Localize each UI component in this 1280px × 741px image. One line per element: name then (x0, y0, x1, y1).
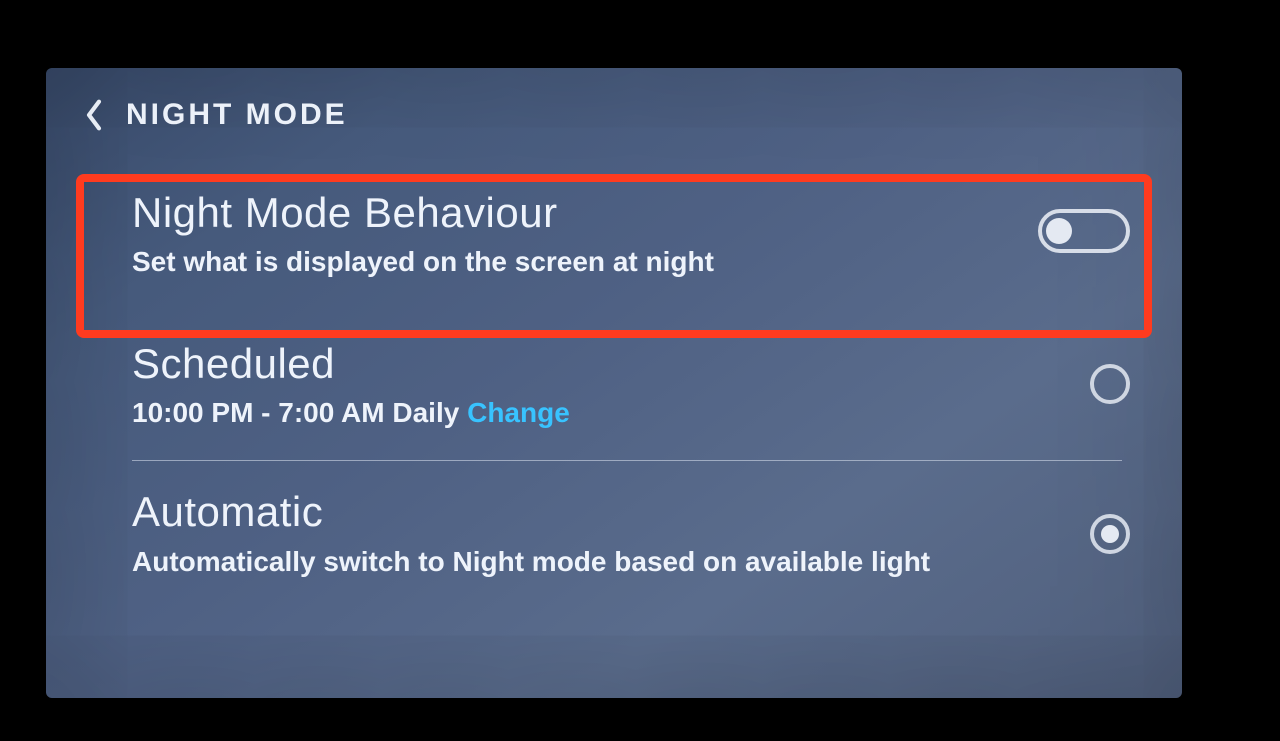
automatic-subtitle: Automatically switch to Night mode based… (132, 544, 952, 579)
night-mode-behaviour-row[interactable]: Night Mode Behaviour Set what is display… (46, 154, 1182, 307)
scheduled-subtitle: 10:00 PM - 7:00 AM Daily Change (132, 395, 1122, 430)
change-schedule-link[interactable]: Change (467, 397, 570, 428)
behaviour-toggle[interactable] (1038, 209, 1130, 253)
settings-screen: NIGHT MODE Night Mode Behaviour Set what… (46, 68, 1182, 698)
back-icon[interactable] (84, 98, 104, 132)
header-bar: NIGHT MODE (46, 68, 1182, 154)
schedule-range: 10:00 PM - 7:00 AM Daily (132, 397, 459, 428)
automatic-row[interactable]: Automatic Automatically switch to Night … (46, 461, 1182, 606)
behaviour-subtitle: Set what is displayed on the screen at n… (132, 244, 1122, 279)
toggle-knob (1046, 218, 1072, 244)
scheduled-radio[interactable] (1090, 364, 1130, 404)
scheduled-title: Scheduled (132, 341, 1122, 387)
page-title: NIGHT MODE (126, 98, 348, 132)
automatic-radio[interactable] (1090, 514, 1130, 554)
behaviour-title: Night Mode Behaviour (132, 190, 1122, 236)
automatic-title: Automatic (132, 489, 1122, 535)
scheduled-row[interactable]: Scheduled 10:00 PM - 7:00 AM Daily Chang… (46, 307, 1182, 460)
